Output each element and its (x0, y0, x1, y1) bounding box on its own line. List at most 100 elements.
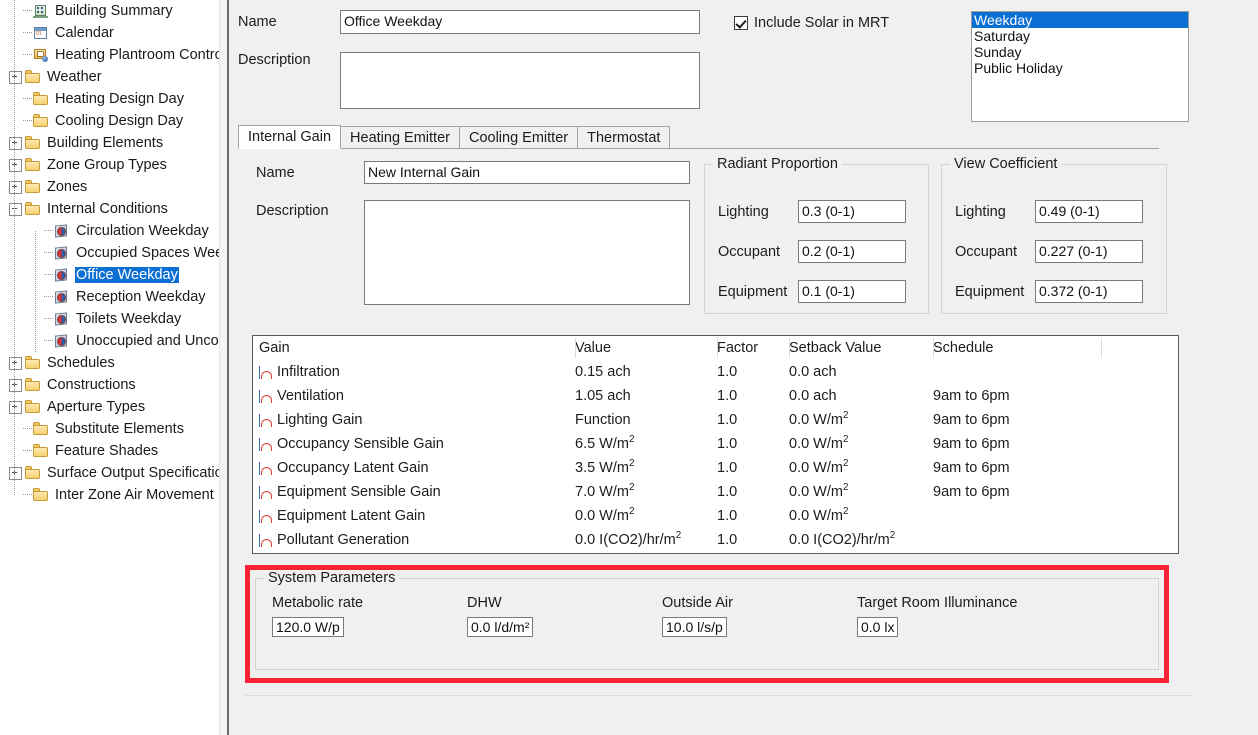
gains-column-header-factor[interactable]: Factor (717, 340, 789, 356)
gains-table-row[interactable]: Occupancy Latent Gain 3.5 W/m2 1.0 0.0 W/m2… (253, 456, 1178, 480)
gain-setback-cell[interactable]: 0.0 W/m2 (789, 507, 933, 524)
tree-item-schedules[interactable]: Schedules (0, 352, 219, 374)
tree-expander[interactable] (9, 466, 22, 480)
gain-setback-cell[interactable]: 0.0 I(CO2)/hr/m2 (789, 531, 933, 548)
tab-strip[interactable]: Internal Gain Heating Emitter Cooling Emit… (238, 125, 1159, 149)
tree-item-zone-group-types[interactable]: Zone Group Types (0, 154, 219, 176)
gain-schedule-cell[interactable]: 9am to 6pm (933, 436, 1101, 452)
gain-value-cell[interactable]: 1.05 ach (575, 388, 717, 404)
tree-expander[interactable] (9, 180, 22, 194)
tree-expander[interactable] (9, 136, 22, 150)
name-input[interactable]: Office Weekday (340, 10, 700, 34)
gain-factor-cell[interactable]: 1.0 (717, 388, 789, 404)
gains-table-row[interactable]: Occupancy Sensible Gain 6.5 W/m2 1.0 0.0 W/… (253, 432, 1178, 456)
tree-item-reception-weekday[interactable]: Reception Weekday (0, 286, 219, 308)
tree-collapser[interactable] (9, 202, 22, 216)
gain-setback-cell[interactable]: 0.0 W/m2 (789, 435, 933, 452)
gain-setback-cell[interactable]: 0.0 W/m2 (789, 483, 933, 500)
radiant-proportion-lighting-input[interactable]: 0.3 (0-1) (798, 200, 906, 223)
gain-factor-cell[interactable]: 1.0 (717, 460, 789, 476)
gains-column-header-value[interactable]: Value (575, 340, 717, 356)
gains-table-body[interactable]: Infiltration 0.15 ach 1.0 0.0 ach Ventilatio… (253, 360, 1178, 552)
tree-item-surface-output-specifications[interactable]: Surface Output Specifications (0, 462, 219, 484)
gain-schedule-cell[interactable]: 9am to 6pm (933, 412, 1101, 428)
gain-setback-cell[interactable]: 0.0 W/m2 (789, 459, 933, 476)
tree-item-internal-conditions[interactable]: Internal Conditions (0, 198, 219, 220)
gain-value-cell[interactable]: 0.0 W/m2 (575, 507, 717, 524)
gains-table-row[interactable]: Ventilation 1.05 ach 1.0 0.0 ach 9am to 6pm (253, 384, 1178, 408)
gains-table[interactable]: Gain Value Factor Setback Value Schedule Inf… (252, 335, 1179, 554)
tab-thermostat[interactable]: Thermostat (577, 126, 671, 148)
gains-table-row[interactable]: Equipment Latent Gain 0.0 W/m2 1.0 0.0 W/m2 (253, 504, 1178, 528)
gain-setback-cell[interactable]: 0.0 ach (789, 388, 933, 404)
gain-factor-cell[interactable]: 1.0 (717, 436, 789, 452)
gain-factor-cell[interactable]: 1.0 (717, 484, 789, 500)
tree-item-building-summary[interactable]: Building Summary (0, 0, 219, 22)
day-type-option-sunday[interactable]: Sunday (972, 44, 1188, 60)
radiant-proportion-occupant-input[interactable]: 0.2 (0-1) (798, 240, 906, 263)
tree-item-unoccupied-and-unconditioned[interactable]: Unoccupied and Unconditioned (0, 330, 219, 352)
tree-item-circulation-weekday[interactable]: Circulation Weekday (0, 220, 219, 242)
tree-expander[interactable] (9, 158, 22, 172)
gain-name-cell-occupancy-sensible-gain[interactable]: Occupancy Sensible Gain (253, 436, 575, 452)
include-solar-in-mrt-checkbox[interactable]: Include Solar in MRT (734, 15, 889, 31)
view-coefficient-equipment-input[interactable]: 0.372 (0-1) (1035, 280, 1143, 303)
gain-value-cell[interactable]: 6.5 W/m2 (575, 435, 717, 452)
metabolic-rate-input[interactable]: 120.0 W/p (272, 617, 344, 637)
target-room-illuminance-input[interactable]: 0.0 lx (857, 617, 899, 637)
gain-factor-cell[interactable]: 1.0 (717, 508, 789, 524)
gains-table-row[interactable]: Pollutant Generation 0.0 I(CO2)/hr/m2 1.0 0… (253, 528, 1178, 552)
gain-factor-cell[interactable]: 1.0 (717, 412, 789, 428)
tree-item-zones[interactable]: Zones (0, 176, 219, 198)
tree-item-weather[interactable]: Weather (0, 66, 219, 88)
view-coefficient-lighting-input[interactable]: 0.49 (0-1) (1035, 200, 1143, 223)
tree-item-heating-design-day[interactable]: Heating Design Day (0, 88, 219, 110)
gain-name-cell-occupancy-latent-gain[interactable]: Occupancy Latent Gain (253, 460, 575, 476)
gain-schedule-cell[interactable]: 9am to 6pm (933, 388, 1101, 404)
gain-name-cell-ventilation[interactable]: Ventilation (253, 388, 575, 404)
gain-value-cell[interactable]: 0.0 I(CO2)/hr/m2 (575, 531, 717, 548)
tree-expander[interactable] (9, 70, 22, 84)
gains-column-header-schedule[interactable]: Schedule (933, 340, 1101, 356)
gains-table-row[interactable]: Equipment Sensible Gain 7.0 W/m2 1.0 0.0 W/… (253, 480, 1178, 504)
tree-item-cooling-design-day[interactable]: Cooling Design Day (0, 110, 219, 132)
tree-item-feature-shades[interactable]: Feature Shades (0, 440, 219, 462)
tree-item-office-weekday[interactable]: Office Weekday (0, 264, 219, 286)
navigation-tree[interactable]: Building Summary 01 Calendar Heating Plantr… (0, 0, 219, 735)
gain-factor-cell[interactable]: 1.0 (717, 532, 789, 548)
tree-item-heating-plantroom-control[interactable]: Heating Plantroom Control (0, 44, 219, 66)
view-coefficient-occupant-input[interactable]: 0.227 (0-1) (1035, 240, 1143, 263)
gain-name-cell-equipment-sensible-gain[interactable]: Equipment Sensible Gain (253, 484, 575, 500)
gain-setback-cell[interactable]: 0.0 W/m2 (789, 411, 933, 428)
tree-item-occupied-spaces-weekend[interactable]: Occupied Spaces Weekend (0, 242, 219, 264)
tree-item-toilets-weekday[interactable]: Toilets Weekday (0, 308, 219, 330)
gain-setback-cell[interactable]: 0.0 ach (789, 364, 933, 380)
tree-item-inter-zone-air-movement[interactable]: Inter Zone Air Movement (0, 484, 219, 506)
gain-value-cell[interactable]: 0.15 ach (575, 364, 717, 380)
tab-heating-emitter[interactable]: Heating Emitter (340, 126, 460, 148)
tab-cooling-emitter[interactable]: Cooling Emitter (458, 126, 579, 148)
tab-internal-gain[interactable]: Internal Gain (238, 125, 342, 149)
gain-value-cell[interactable]: 7.0 W/m2 (575, 483, 717, 500)
gains-table-row[interactable]: Lighting Gain Function 1.0 0.0 W/m2 9am to 6… (253, 408, 1178, 432)
gain-schedule-cell[interactable]: 9am to 6pm (933, 460, 1101, 476)
gain-name-cell-infiltration[interactable]: Infiltration (253, 364, 575, 380)
gain-schedule-cell[interactable]: 9am to 6pm (933, 484, 1101, 500)
gain-name-cell-equipment-latent-gain[interactable]: Equipment Latent Gain (253, 508, 575, 524)
day-type-listbox[interactable]: Weekday Saturday Sunday Public Holiday (971, 11, 1189, 122)
gains-table-row[interactable]: Infiltration 0.15 ach 1.0 0.0 ach (253, 360, 1178, 384)
gains-column-header-setback-value[interactable]: Setback Value (789, 340, 933, 356)
gain-value-cell[interactable]: 3.5 W/m2 (575, 459, 717, 476)
gains-column-header-gain[interactable]: Gain (253, 340, 575, 356)
description-input[interactable] (340, 52, 700, 109)
gain-name-cell-pollutant-generation[interactable]: Pollutant Generation (253, 532, 575, 548)
radiant-proportion-equipment-input[interactable]: 0.1 (0-1) (798, 280, 906, 303)
day-type-option-public-holiday[interactable]: Public Holiday (972, 60, 1188, 76)
tree-item-calendar[interactable]: 01 Calendar (0, 22, 219, 44)
gain-name-cell-lighting-gain[interactable]: Lighting Gain (253, 412, 575, 428)
tree-expander[interactable] (9, 378, 22, 392)
day-type-option-weekday[interactable]: Weekday (972, 12, 1188, 28)
internal-gain-description-input[interactable] (364, 200, 690, 305)
tree-item-building-elements[interactable]: Building Elements (0, 132, 219, 154)
dhw-input[interactable]: 0.0 l/d/m² (467, 617, 534, 637)
